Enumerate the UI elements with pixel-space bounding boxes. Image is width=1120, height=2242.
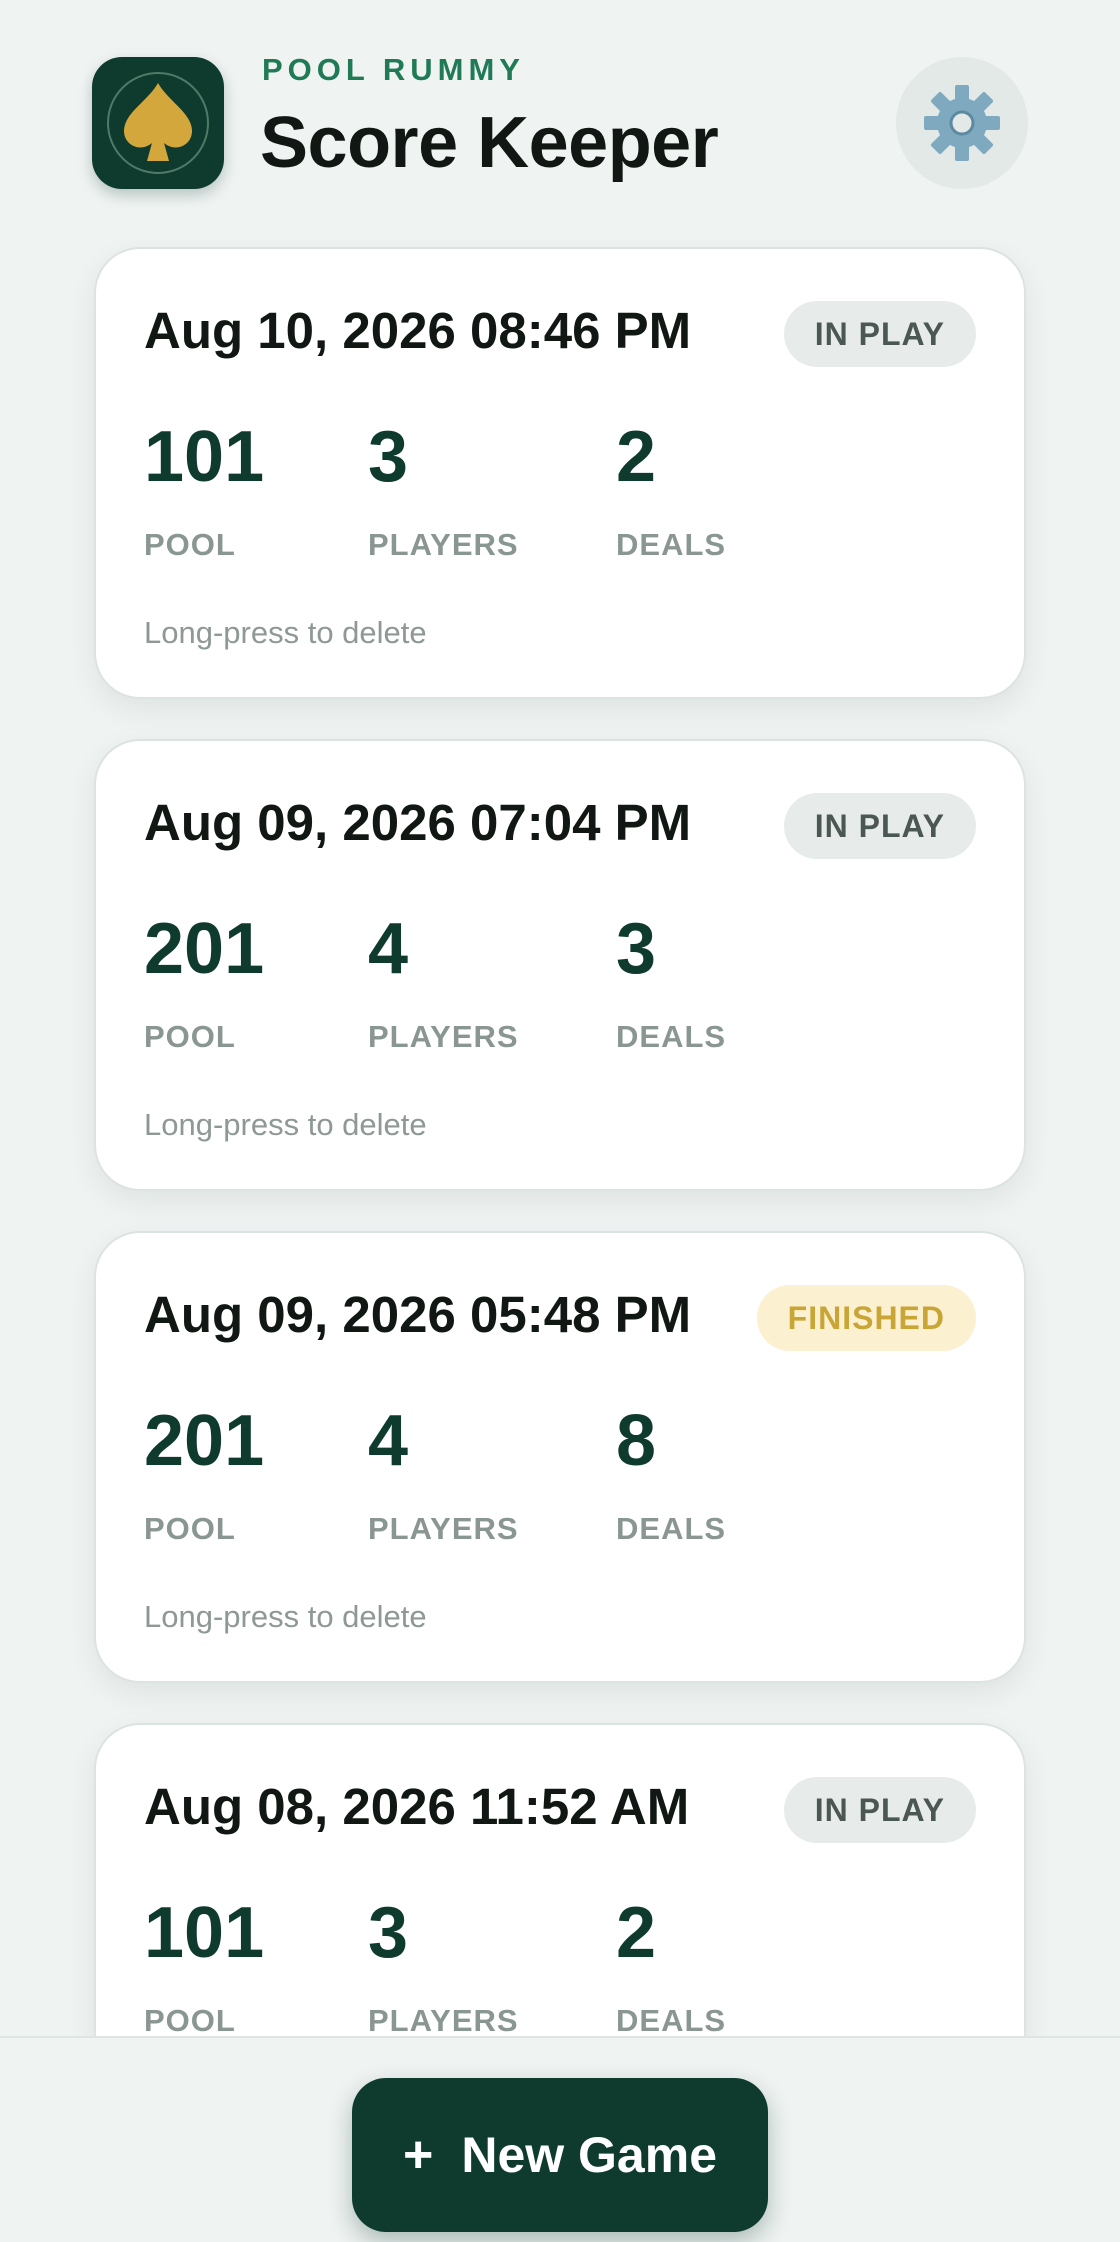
players-value: 4 [368, 1401, 409, 1481]
pool-value: 201 [144, 1401, 265, 1481]
bottom-bar: + New Game [0, 2036, 1120, 2242]
pool-label: POOL [144, 2003, 236, 2036]
deals-value: 3 [616, 909, 657, 989]
pool-value: 101 [144, 1893, 265, 1973]
page-title: Score Keeper [260, 103, 719, 183]
players-label: PLAYERS [368, 1019, 519, 1054]
game-date: Aug 09, 2026 05:48 PM [144, 1286, 692, 1343]
delete-hint: Long-press to delete [144, 1107, 427, 1142]
game-date: Aug 09, 2026 07:04 PM [144, 794, 692, 851]
pool-label: POOL [144, 1019, 236, 1054]
game-date: Aug 08, 2026 11:52 AM [144, 1778, 690, 1835]
new-game-button[interactable]: + New Game [352, 2078, 768, 2232]
pool-label: POOL [144, 1511, 236, 1546]
status-badge: IN PLAY [783, 793, 976, 859]
plus-icon: + [402, 2126, 434, 2184]
deals-label: DEALS [616, 1019, 727, 1054]
pool-value: 101 [144, 417, 265, 497]
delete-hint: Long-press to delete [144, 615, 427, 650]
deals-label: DEALS [616, 527, 727, 562]
app-logo [92, 57, 224, 189]
spade-icon [107, 72, 209, 174]
app-subtitle: POOL RUMMY [262, 52, 525, 87]
settings-button[interactable] [896, 57, 1028, 189]
deals-label: DEALS [616, 2003, 727, 2036]
players-value: 3 [368, 417, 409, 497]
games-list[interactable]: Aug 10, 2026 08:46 PM IN PLAY 101 3 2 PO… [0, 240, 1120, 2036]
deals-value: 2 [616, 417, 657, 497]
game-card[interactable]: Aug 09, 2026 05:48 PM FINISHED 201 4 8 P… [94, 1231, 1026, 1683]
status-badge: FINISHED [756, 1285, 976, 1351]
gear-icon [924, 85, 1000, 161]
app-header: POOL RUMMY Score Keeper [0, 0, 1120, 240]
delete-hint: Long-press to delete [144, 1599, 427, 1634]
new-game-label: New Game [461, 2127, 718, 2183]
players-label: PLAYERS [368, 1511, 519, 1546]
players-label: PLAYERS [368, 527, 519, 562]
deals-value: 8 [616, 1401, 657, 1481]
deals-value: 2 [616, 1893, 657, 1973]
game-date: Aug 10, 2026 08:46 PM [144, 302, 692, 359]
pool-label: POOL [144, 527, 236, 562]
players-label: PLAYERS [368, 2003, 519, 2036]
players-value: 3 [368, 1893, 409, 1973]
game-card[interactable]: Aug 09, 2026 07:04 PM IN PLAY 201 4 3 PO… [94, 739, 1026, 1191]
game-card[interactable]: Aug 10, 2026 08:46 PM IN PLAY 101 3 2 PO… [94, 247, 1026, 699]
players-value: 4 [368, 909, 409, 989]
status-badge: IN PLAY [783, 301, 976, 367]
game-card[interactable]: Aug 08, 2026 11:52 AM IN PLAY 101 3 2 PO… [94, 1723, 1026, 2036]
pool-value: 201 [144, 909, 265, 989]
status-badge: IN PLAY [783, 1777, 976, 1843]
deals-label: DEALS [616, 1511, 727, 1546]
